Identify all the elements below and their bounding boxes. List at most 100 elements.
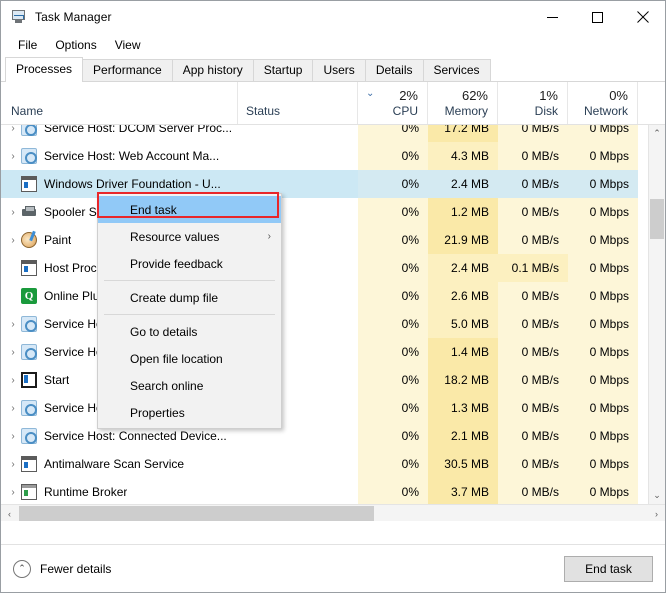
context-menu-item[interactable]: Create dump file <box>98 284 281 311</box>
process-name-label: Paint <box>44 233 72 247</box>
context-menu-item[interactable]: End task <box>98 196 281 223</box>
process-memory-cell: 2.4 MB <box>428 254 498 282</box>
process-memory-cell: 2.4 MB <box>428 170 498 198</box>
context-menu-item-label: Open file location <box>130 351 223 366</box>
process-row[interactable]: › Service Host: Web Account Ma... 0% 4.3 MB… <box>1 142 648 170</box>
process-cpu-cell: 0% <box>358 125 428 142</box>
tab-strip: Processes Performance App history Startu… <box>1 57 665 82</box>
expand-chevron-icon[interactable]: › <box>5 235 21 246</box>
expand-chevron-icon[interactable]: › <box>5 431 21 442</box>
end-task-button[interactable]: End task <box>564 555 653 582</box>
context-menu-item-label: Go to details <box>130 324 198 339</box>
expand-chevron-icon[interactable]: › <box>5 459 21 470</box>
context-menu-item[interactable]: Properties <box>98 399 281 426</box>
context-menu-item-label: Provide feedback <box>130 256 223 271</box>
process-disk-cell: 0 MB/s <box>498 450 568 478</box>
scroll-down-icon[interactable]: ⌄ <box>649 487 665 504</box>
window-controls <box>530 1 665 33</box>
service-gear-icon <box>21 344 37 360</box>
context-menu-item[interactable]: Open file location <box>98 345 281 372</box>
process-row[interactable]: › Service Host: DCOM Server Proc... 0% 17.2… <box>1 125 648 142</box>
process-cpu-cell: 0% <box>358 422 428 450</box>
menu-options[interactable]: Options <box>46 36 105 54</box>
context-menu-item[interactable]: Resource values › <box>98 223 281 250</box>
submenu-chevron-icon: › <box>267 231 271 242</box>
expand-chevron-icon[interactable]: › <box>5 487 21 498</box>
tab-startup[interactable]: Startup <box>252 59 314 82</box>
maximize-button[interactable] <box>575 1 620 33</box>
process-cpu-cell: 0% <box>358 282 428 310</box>
vertical-scrollbar-thumb[interactable] <box>650 199 664 239</box>
context-menu-item-label: Resource values <box>130 229 220 244</box>
menu-file[interactable]: File <box>9 36 46 54</box>
process-network-cell: 0 Mbps <box>568 366 638 394</box>
process-memory-cell: 5.0 MB <box>428 310 498 338</box>
process-status-cell <box>238 478 358 504</box>
column-header-memory[interactable]: 62% Memory <box>428 82 498 124</box>
window-title: Task Manager <box>35 10 112 24</box>
context-menu-item[interactable]: Go to details <box>98 318 281 345</box>
expand-chevron-icon[interactable]: › <box>5 125 21 134</box>
tab-processes[interactable]: Processes <box>5 57 84 82</box>
close-button[interactable] <box>620 1 665 33</box>
service-gear-icon <box>21 316 37 332</box>
tab-users[interactable]: Users <box>312 59 366 82</box>
tab-services[interactable]: Services <box>422 59 491 82</box>
scroll-left-icon[interactable]: ‹ <box>1 505 18 522</box>
context-menu-item-label: Search online <box>130 378 204 393</box>
process-memory-cell: 1.4 MB <box>428 338 498 366</box>
expand-chevron-icon[interactable]: › <box>5 347 21 358</box>
expand-chevron-icon[interactable]: › <box>5 375 21 386</box>
scroll-right-icon[interactable]: › <box>648 505 665 522</box>
context-menu-item[interactable]: Provide feedback <box>98 250 281 277</box>
column-header-name[interactable]: Name <box>1 82 238 124</box>
scroll-up-icon[interactable]: ⌃ <box>649 125 665 142</box>
menu-view[interactable]: View <box>106 36 150 54</box>
online-plugin-icon: Q <box>21 288 37 304</box>
expand-chevron-icon[interactable]: › <box>5 151 21 162</box>
horizontal-scrollbar-thumb[interactable] <box>19 506 374 521</box>
column-header-row: Name Status ⌄ 2% CPU 62% Memory 1% Disk … <box>1 82 665 125</box>
process-cpu-cell: 0% <box>358 338 428 366</box>
process-network-cell: 0 Mbps <box>568 394 638 422</box>
process-network-cell: 0 Mbps <box>568 450 638 478</box>
service-gear-icon <box>21 125 37 136</box>
process-memory-cell: 3.7 MB <box>428 478 498 504</box>
fewer-details-button[interactable]: ⌃ Fewer details <box>13 559 111 578</box>
column-header-disk[interactable]: 1% Disk <box>498 82 568 124</box>
minimize-button[interactable] <box>530 1 575 33</box>
column-header-status[interactable]: Status <box>238 82 358 124</box>
tab-details[interactable]: Details <box>364 59 424 82</box>
process-name-label: Service Host: DCOM Server Proc... <box>44 125 233 135</box>
window-green-icon <box>21 484 37 500</box>
window-blue-icon <box>21 176 37 192</box>
column-header-network[interactable]: 0% Network <box>568 82 638 124</box>
context-menu-item[interactable]: Search online <box>98 372 281 399</box>
expand-chevron-icon[interactable]: › <box>5 207 21 218</box>
process-name-cell[interactable]: › Antimalware Scan Service <box>1 450 238 478</box>
process-disk-cell: 0.1 MB/s <box>498 254 568 282</box>
process-name-label: Windows Driver Foundation - U... <box>44 177 221 191</box>
process-status-cell <box>238 142 358 170</box>
chevron-up-icon: ⌃ <box>13 559 31 578</box>
process-network-cell: 0 Mbps <box>568 338 638 366</box>
process-row[interactable]: › Runtime Broker 0% 3.7 MB 0 MB/s 0 Mbps <box>1 478 648 504</box>
start-icon <box>21 372 37 388</box>
column-header-cpu[interactable]: ⌄ 2% CPU <box>358 82 428 124</box>
process-disk-cell: 0 MB/s <box>498 338 568 366</box>
horizontal-scrollbar[interactable]: ‹ › <box>1 504 665 521</box>
expand-chevron-icon[interactable]: › <box>5 319 21 330</box>
expand-chevron-icon[interactable]: › <box>5 403 21 414</box>
process-name-cell[interactable]: › Service Host: Web Account Ma... <box>1 142 238 170</box>
context-menu-separator <box>104 280 275 281</box>
process-cpu-cell: 0% <box>358 226 428 254</box>
process-row[interactable]: › Antimalware Scan Service 0% 30.5 MB 0 MB/s… <box>1 450 648 478</box>
vertical-scrollbar[interactable]: ⌃ ⌄ <box>648 125 665 504</box>
tab-performance[interactable]: Performance <box>82 59 173 82</box>
process-cpu-cell: 0% <box>358 394 428 422</box>
tab-app-history[interactable]: App history <box>171 59 254 82</box>
process-name-cell[interactable]: › Service Host: DCOM Server Proc... <box>1 125 238 142</box>
process-disk-cell: 0 MB/s <box>498 226 568 254</box>
window-blue-icon <box>21 456 37 472</box>
process-name-cell[interactable]: › Runtime Broker <box>1 478 238 504</box>
